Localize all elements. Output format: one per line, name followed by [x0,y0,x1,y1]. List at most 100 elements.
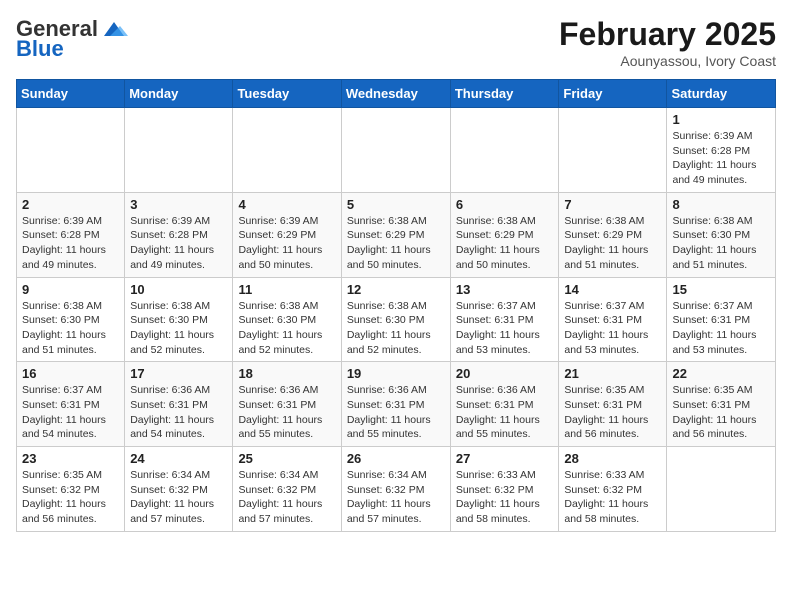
day-number: 17 [130,366,227,381]
day-number: 9 [22,282,119,297]
month-title: February 2025 [559,16,776,53]
day-info: Sunrise: 6:34 AM Sunset: 6:32 PM Dayligh… [238,468,335,527]
calendar-cell: 8 Sunrise: 6:38 AM Sunset: 6:30 PM Daylig… [667,192,776,277]
day-info: Sunrise: 6:38 AM Sunset: 6:29 PM Dayligh… [456,214,554,273]
calendar-cell [125,108,233,193]
weekday-header-saturday: Saturday [667,80,776,108]
day-info: Sunrise: 6:37 AM Sunset: 6:31 PM Dayligh… [672,299,770,358]
calendar-cell: 6 Sunrise: 6:38 AM Sunset: 6:29 PM Daylig… [450,192,559,277]
header: General Blue February 2025 Aounyassou, I… [16,16,776,69]
calendar-cell: 24 Sunrise: 6:34 AM Sunset: 6:32 PM Dayli… [125,447,233,532]
day-number: 1 [672,112,770,127]
calendar-cell: 16 Sunrise: 6:37 AM Sunset: 6:31 PM Dayli… [17,362,125,447]
day-number: 7 [564,197,661,212]
calendar-cell: 2 Sunrise: 6:39 AM Sunset: 6:28 PM Daylig… [17,192,125,277]
day-number: 22 [672,366,770,381]
day-info: Sunrise: 6:35 AM Sunset: 6:32 PM Dayligh… [22,468,119,527]
weekday-header-sunday: Sunday [17,80,125,108]
calendar-cell: 11 Sunrise: 6:38 AM Sunset: 6:30 PM Dayli… [233,277,341,362]
calendar-cell: 26 Sunrise: 6:34 AM Sunset: 6:32 PM Dayli… [341,447,450,532]
day-number: 12 [347,282,445,297]
calendar-cell: 7 Sunrise: 6:38 AM Sunset: 6:29 PM Daylig… [559,192,667,277]
calendar-cell: 10 Sunrise: 6:38 AM Sunset: 6:30 PM Dayli… [125,277,233,362]
day-info: Sunrise: 6:38 AM Sunset: 6:30 PM Dayligh… [347,299,445,358]
title-section: February 2025 Aounyassou, Ivory Coast [559,16,776,69]
day-info: Sunrise: 6:38 AM Sunset: 6:29 PM Dayligh… [564,214,661,273]
calendar-cell [233,108,341,193]
day-number: 19 [347,366,445,381]
day-number: 4 [238,197,335,212]
calendar-cell: 14 Sunrise: 6:37 AM Sunset: 6:31 PM Dayli… [559,277,667,362]
day-info: Sunrise: 6:37 AM Sunset: 6:31 PM Dayligh… [564,299,661,358]
calendar-cell [17,108,125,193]
day-info: Sunrise: 6:36 AM Sunset: 6:31 PM Dayligh… [347,383,445,442]
day-info: Sunrise: 6:33 AM Sunset: 6:32 PM Dayligh… [456,468,554,527]
day-number: 28 [564,451,661,466]
day-info: Sunrise: 6:38 AM Sunset: 6:30 PM Dayligh… [672,214,770,273]
calendar-cell: 13Sunrise: 6:37 AM Sunset: 6:31 PM Dayli… [450,277,559,362]
day-number: 8 [672,197,770,212]
day-number: 6 [456,197,554,212]
day-info: Sunrise: 6:34 AM Sunset: 6:32 PM Dayligh… [130,468,227,527]
day-info: Sunrise: 6:39 AM Sunset: 6:28 PM Dayligh… [672,129,770,188]
calendar-cell [667,447,776,532]
day-number: 14 [564,282,661,297]
day-info: Sunrise: 6:35 AM Sunset: 6:31 PM Dayligh… [564,383,661,442]
day-info: Sunrise: 6:36 AM Sunset: 6:31 PM Dayligh… [456,383,554,442]
day-info: Sunrise: 6:39 AM Sunset: 6:29 PM Dayligh… [238,214,335,273]
day-number: 16 [22,366,119,381]
day-number: 20 [456,366,554,381]
day-info: Sunrise: 6:37 AM Sunset: 6:31 PM Dayligh… [22,383,119,442]
weekday-header-tuesday: Tuesday [233,80,341,108]
day-info: Sunrise: 6:36 AM Sunset: 6:31 PM Dayligh… [130,383,227,442]
calendar-cell: 1 Sunrise: 6:39 AM Sunset: 6:28 PM Daylig… [667,108,776,193]
calendar-cell [450,108,559,193]
day-number: 27 [456,451,554,466]
day-number: 11 [238,282,335,297]
day-info: Sunrise: 6:38 AM Sunset: 6:30 PM Dayligh… [130,299,227,358]
weekday-header-monday: Monday [125,80,233,108]
location: Aounyassou, Ivory Coast [559,53,776,69]
day-number: 23 [22,451,119,466]
day-number: 2 [22,197,119,212]
calendar-cell: 4 Sunrise: 6:39 AM Sunset: 6:29 PM Daylig… [233,192,341,277]
weekday-header-friday: Friday [559,80,667,108]
calendar-cell [341,108,450,193]
calendar-cell: 19 Sunrise: 6:36 AM Sunset: 6:31 PM Dayli… [341,362,450,447]
day-number: 3 [130,197,227,212]
calendar-cell: 20 Sunrise: 6:36 AM Sunset: 6:31 PM Dayli… [450,362,559,447]
day-info: Sunrise: 6:39 AM Sunset: 6:28 PM Dayligh… [22,214,119,273]
calendar-cell: 9 Sunrise: 6:38 AM Sunset: 6:30 PM Daylig… [17,277,125,362]
day-info: Sunrise: 6:33 AM Sunset: 6:32 PM Dayligh… [564,468,661,527]
weekday-header-wednesday: Wednesday [341,80,450,108]
day-info: Sunrise: 6:38 AM Sunset: 6:29 PM Dayligh… [347,214,445,273]
day-number: 25 [238,451,335,466]
day-number: 10 [130,282,227,297]
calendar-cell: 17 Sunrise: 6:36 AM Sunset: 6:31 PM Dayli… [125,362,233,447]
calendar-cell: 23 Sunrise: 6:35 AM Sunset: 6:32 PM Dayli… [17,447,125,532]
weekday-header-thursday: Thursday [450,80,559,108]
calendar-cell: 15 Sunrise: 6:37 AM Sunset: 6:31 PM Dayli… [667,277,776,362]
calendar-cell: 12 Sunrise: 6:38 AM Sunset: 6:30 PM Dayli… [341,277,450,362]
day-number: 15 [672,282,770,297]
day-info: Sunrise: 6:35 AM Sunset: 6:31 PM Dayligh… [672,383,770,442]
logo-blue: Blue [16,36,64,62]
day-info: Sunrise: 6:37 AM Sunset: 6:31 PM Dayligh… [456,299,554,358]
day-info: Sunrise: 6:34 AM Sunset: 6:32 PM Dayligh… [347,468,445,527]
calendar-cell [559,108,667,193]
day-number: 26 [347,451,445,466]
day-info: Sunrise: 6:38 AM Sunset: 6:30 PM Dayligh… [238,299,335,358]
calendar: SundayMondayTuesdayWednesdayThursdayFrid… [16,79,776,532]
calendar-cell: 28 Sunrise: 6:33 AM Sunset: 6:32 PM Dayli… [559,447,667,532]
calendar-cell: 21 Sunrise: 6:35 AM Sunset: 6:31 PM Dayli… [559,362,667,447]
calendar-cell: 3 Sunrise: 6:39 AM Sunset: 6:28 PM Daylig… [125,192,233,277]
day-number: 21 [564,366,661,381]
day-info: Sunrise: 6:36 AM Sunset: 6:31 PM Dayligh… [238,383,335,442]
day-number: 5 [347,197,445,212]
day-number: 24 [130,451,227,466]
day-info: Sunrise: 6:38 AM Sunset: 6:30 PM Dayligh… [22,299,119,358]
calendar-cell: 27 Sunrise: 6:33 AM Sunset: 6:32 PM Dayli… [450,447,559,532]
calendar-cell: 25 Sunrise: 6:34 AM Sunset: 6:32 PM Dayli… [233,447,341,532]
day-info: Sunrise: 6:39 AM Sunset: 6:28 PM Dayligh… [130,214,227,273]
calendar-cell: 5 Sunrise: 6:38 AM Sunset: 6:29 PM Daylig… [341,192,450,277]
